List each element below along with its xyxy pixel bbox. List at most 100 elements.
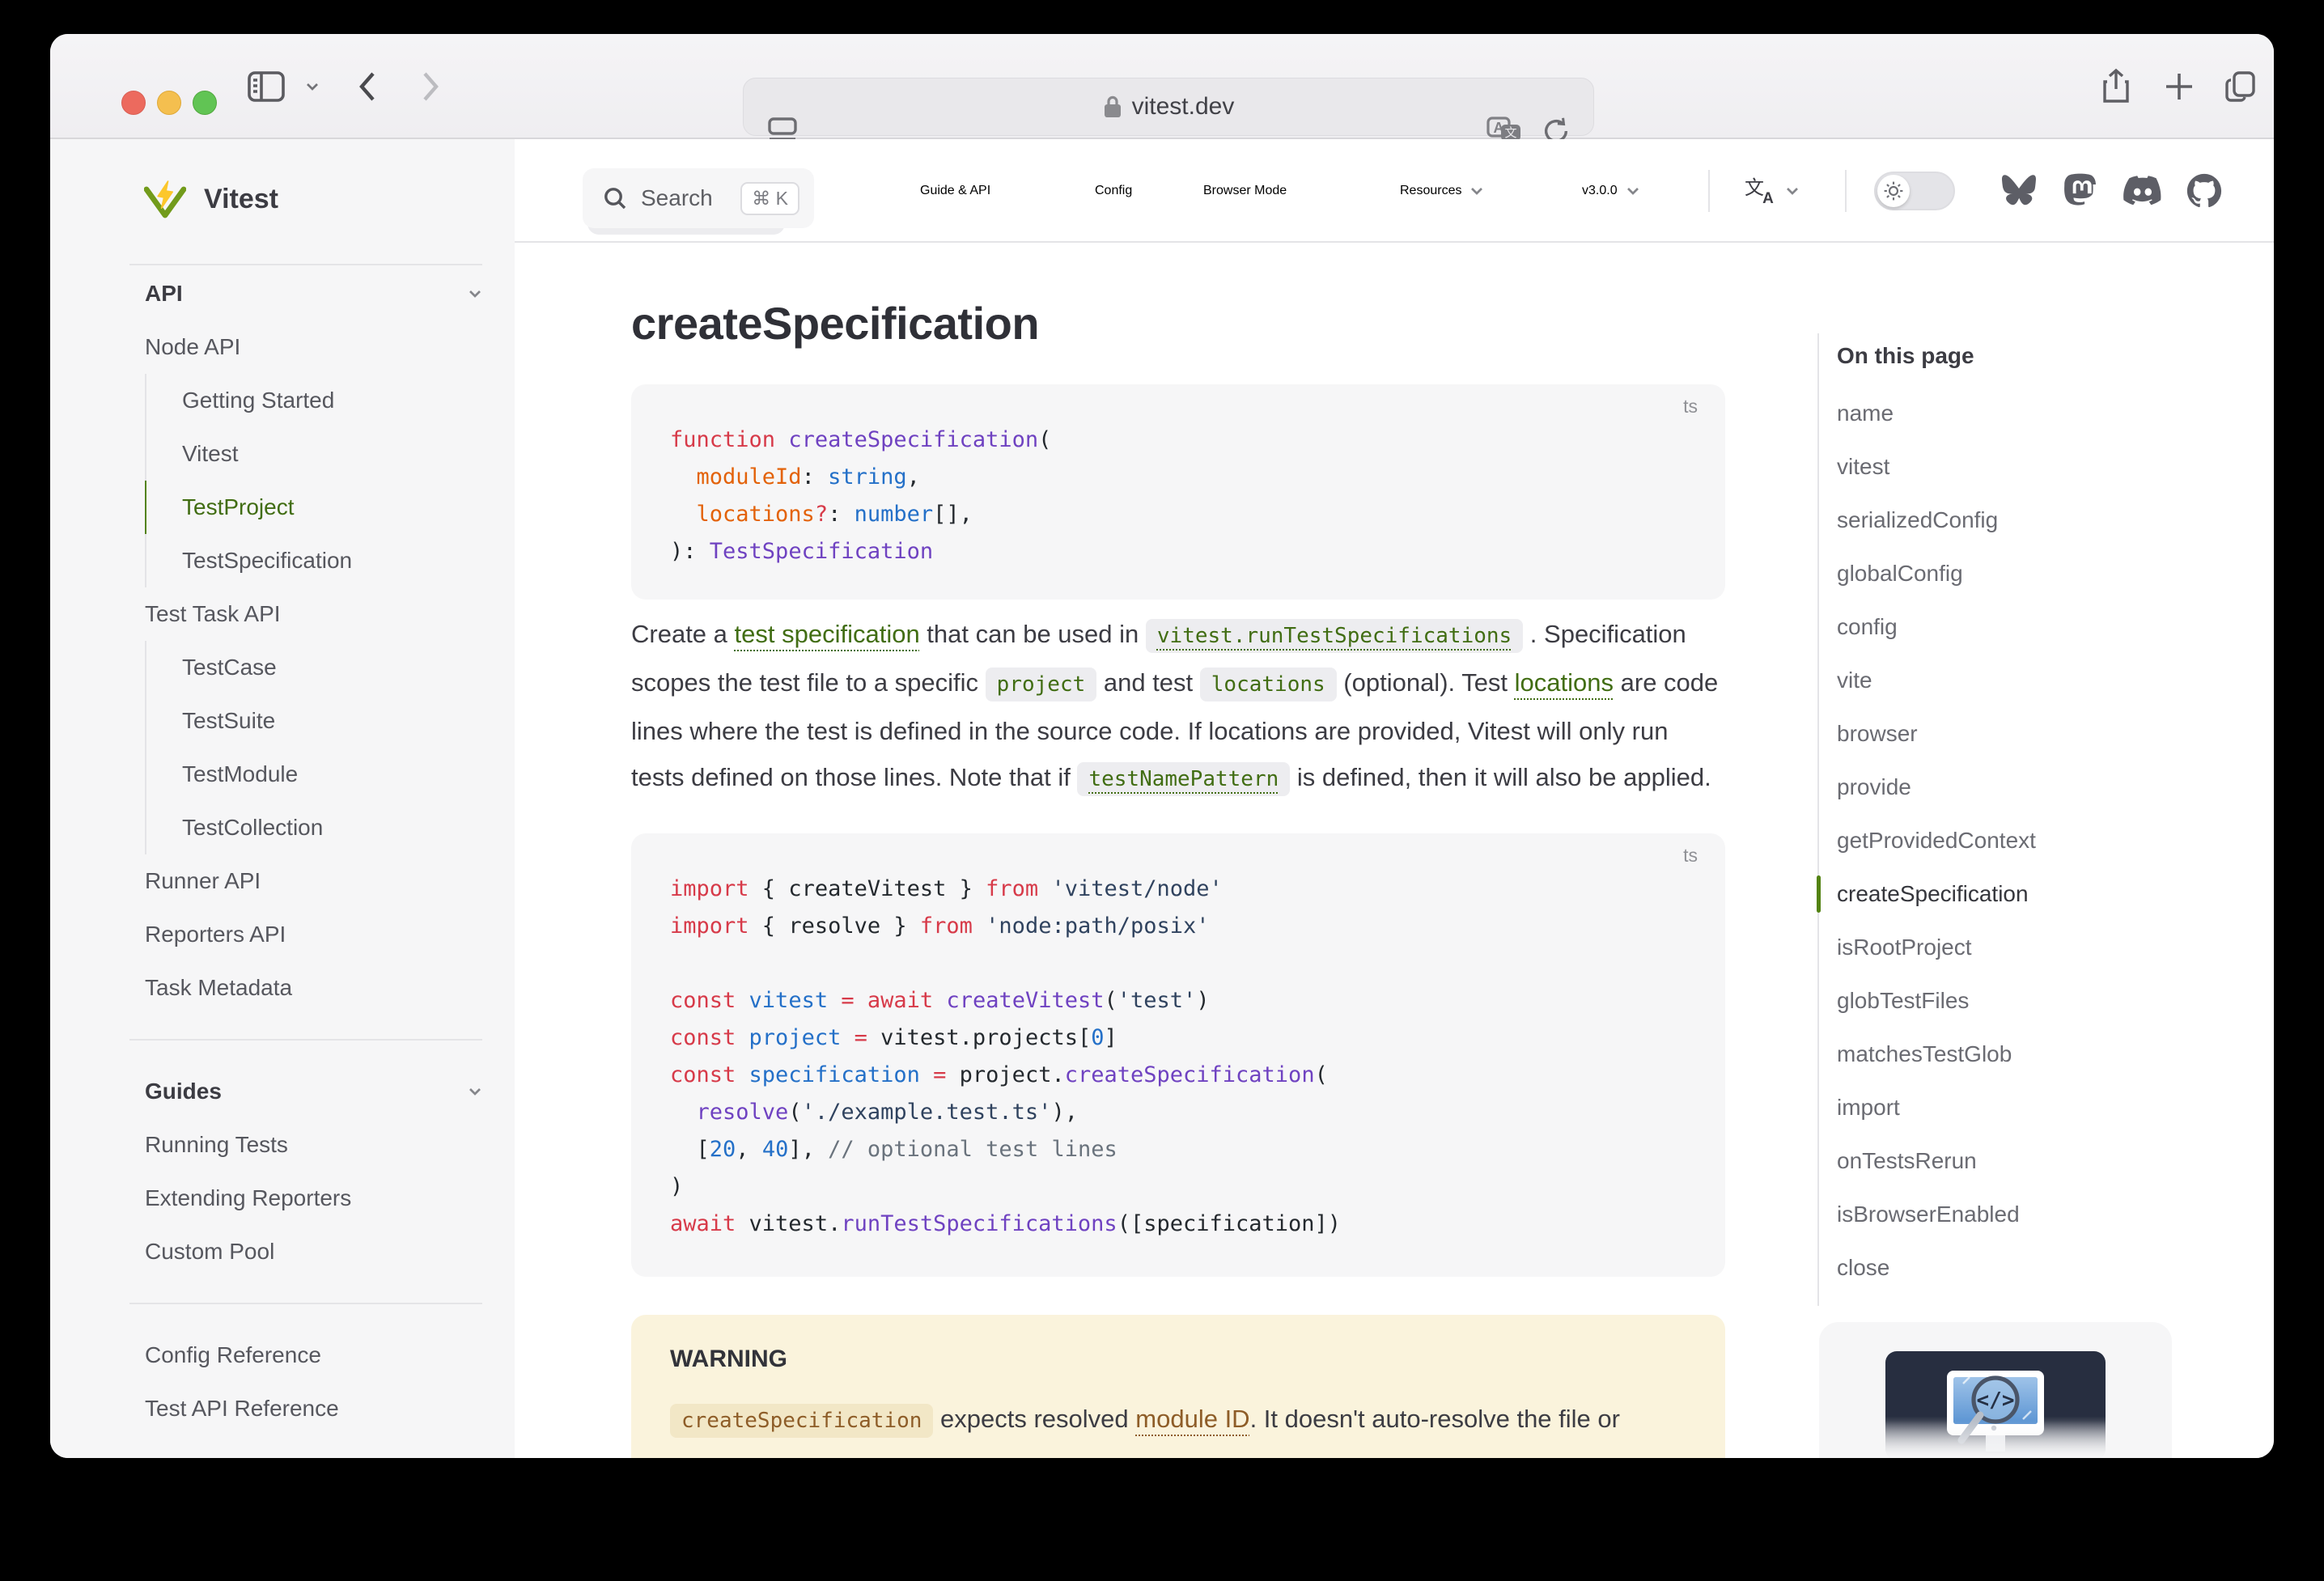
outline-item-import[interactable]: import	[1837, 1081, 2222, 1134]
nav-item-label: v3.0.0	[1582, 184, 1618, 198]
sun-icon	[1877, 175, 1910, 207]
sidebar-item-node-api[interactable]: Node API	[50, 320, 515, 374]
text-link[interactable]: module ID	[1135, 1405, 1249, 1433]
outline-item-getprovidedcontext[interactable]: getProvidedContext	[1837, 814, 2222, 867]
sidebar-nav: API Node API Getting StartedVitest TestProj…	[50, 265, 515, 1435]
tabs-overview-button[interactable]	[2216, 34, 2266, 139]
address-bar[interactable]: vitest.dev A文	[743, 78, 1594, 136]
mastodon-link[interactable]	[2062, 139, 2097, 243]
browser-window: vitest.dev A文 Vitest	[50, 34, 2274, 1458]
inline-code: createSpecification	[670, 1404, 933, 1438]
sidebar-item-label: TestModule	[182, 761, 298, 787]
sidebar-item-testcollection[interactable]: TestCollection	[145, 801, 515, 854]
sidebar-toggle-button[interactable]	[238, 34, 295, 139]
sidebar-item-test-api-reference[interactable]: Test API Reference	[50, 1382, 515, 1435]
nav-item-config[interactable]: Config	[1095, 139, 1132, 243]
search-shortcut-badge: ⌘ K	[740, 182, 799, 215]
sidebar-item-custom-pool[interactable]: Custom Pool	[50, 1225, 515, 1278]
bluesky-link[interactable]	[2000, 139, 2038, 243]
sidebar-item-label: Node API	[145, 334, 240, 360]
sidebar-item-label: Custom Pool	[145, 1239, 274, 1265]
sidebar-item-testsuite[interactable]: TestSuite	[145, 694, 515, 748]
site-title: Vitest	[204, 184, 278, 215]
nav-item-v3-0-0[interactable]: v3.0.0	[1582, 139, 1640, 243]
text-link[interactable]: locations	[1515, 668, 1614, 697]
nav-item-guide-api[interactable]: Guide & API	[920, 139, 990, 243]
outline-item-serializedconfig[interactable]: serializedConfig	[1837, 494, 2222, 547]
outline-item-createspecification[interactable]: createSpecification	[1837, 867, 2222, 921]
warning-body: createSpecification expects resolved mod…	[670, 1394, 1686, 1458]
sidebar-section-guides[interactable]: Guides	[50, 1065, 515, 1118]
code-line: ): TestSpecification	[670, 533, 1686, 570]
outline-item-isbrowserenabled[interactable]: isBrowserEnabled	[1837, 1188, 2222, 1241]
chevron-down-icon	[468, 1084, 482, 1099]
sidebar-item-label: Test API Reference	[145, 1396, 339, 1422]
nav-item-label: Config	[1095, 184, 1132, 198]
code-block-example: tsimport { createVitest } from 'vitest/n…	[631, 833, 1725, 1277]
sidebar-item-vitest[interactable]: Vitest	[145, 427, 515, 481]
outline-item-name[interactable]: name	[1837, 387, 2222, 440]
sidebar-item-label: TestProject	[182, 494, 295, 520]
outline-item-provide[interactable]: provide	[1837, 761, 2222, 814]
sidebar-item-reporters-api[interactable]: Reporters API	[50, 908, 515, 961]
text-link[interactable]: test specification	[735, 620, 920, 648]
share-button[interactable]	[2091, 34, 2141, 139]
theme-toggle[interactable]	[1874, 172, 1955, 210]
sidebar-item-testproject[interactable]: TestProject	[145, 481, 515, 534]
chevron-down-icon	[1469, 184, 1484, 198]
sidebar-item-label: Test Task API	[145, 601, 281, 627]
svg-text:</>: </>	[1977, 1388, 2015, 1413]
sidebar-item-extending-reporters[interactable]: Extending Reporters	[50, 1172, 515, 1225]
sidebar-item-testcase[interactable]: TestCase	[145, 641, 515, 694]
sponsor-card[interactable]: </>	[1819, 1322, 2172, 1458]
forward-button[interactable]	[406, 34, 455, 139]
inline-code-link[interactable]: testNamePattern	[1077, 762, 1290, 796]
outline-item-globalconfig[interactable]: globalConfig	[1837, 547, 2222, 600]
nav-item-browser-mode[interactable]: Browser Mode	[1203, 139, 1287, 243]
nav-item-resources[interactable]: Resources	[1400, 139, 1484, 243]
sidebar-item-test-task-api[interactable]: Test Task API	[50, 587, 515, 641]
traffic-light-close[interactable]	[121, 91, 146, 115]
text: (optional). Test	[1337, 668, 1515, 697]
outline-item-ontestsrerun[interactable]: onTestsRerun	[1837, 1134, 2222, 1188]
warning-callout: WARNING createSpecification expects reso…	[631, 1315, 1725, 1458]
outline: On this page namevitestserializedConfigg…	[1817, 333, 2222, 1306]
traffic-light-zoom[interactable]	[193, 91, 217, 115]
sidebar-menu-chevron-icon[interactable]	[296, 34, 329, 139]
outline-item-globtestfiles[interactable]: globTestFiles	[1837, 974, 2222, 1028]
text: is defined, then it will also be applied…	[1290, 763, 1711, 791]
outline-item-config[interactable]: config	[1837, 600, 2222, 654]
code-line: const specification = project.createSpec…	[670, 1057, 1686, 1094]
outline-item-close[interactable]: close	[1837, 1241, 2222, 1295]
back-button[interactable]	[343, 34, 392, 139]
outline-title: On this page	[1837, 333, 2222, 379]
sidebar-item-running-tests[interactable]: Running Tests	[50, 1118, 515, 1172]
sidebar-item-config-reference[interactable]: Config Reference	[50, 1329, 515, 1382]
sidebar-section-api[interactable]: API	[50, 267, 515, 320]
sidebar-item-getting-started[interactable]: Getting Started	[145, 374, 515, 427]
language-switcher[interactable]: 文A	[1741, 139, 1800, 243]
new-tab-button[interactable]	[2154, 34, 2204, 139]
sidebar-item-label: TestSuite	[182, 708, 275, 734]
inline-code-link[interactable]: vitest.runTestSpecifications	[1146, 619, 1523, 653]
github-link[interactable]	[2186, 139, 2222, 243]
sidebar-item-runner-api[interactable]: Runner API	[50, 854, 515, 908]
chevron-down-icon	[1626, 184, 1640, 198]
outline-item-vite[interactable]: vite	[1837, 654, 2222, 707]
sidebar-item-testspecification[interactable]: TestSpecification	[145, 534, 515, 587]
traffic-light-minimize[interactable]	[157, 91, 181, 115]
outline-item-matchestestglob[interactable]: matchesTestGlob	[1837, 1028, 2222, 1081]
sidebar-item-testmodule[interactable]: TestModule	[145, 748, 515, 801]
vitest-logo[interactable]: Vitest	[144, 178, 278, 220]
sidebar-item-task-metadata[interactable]: Task Metadata	[50, 961, 515, 1015]
url-text: vitest.dev	[1132, 93, 1235, 121]
search-button[interactable]: Search ⌘ K	[583, 168, 814, 228]
outline-items: namevitestserializedConfigglobalConfigco…	[1837, 387, 2222, 1295]
outline-item-vitest[interactable]: vitest	[1837, 440, 2222, 494]
code-line: function createSpecification(	[670, 422, 1686, 459]
search-icon	[602, 185, 628, 211]
outline-item-browser[interactable]: browser	[1837, 707, 2222, 761]
code-line: [20, 40], // optional test lines	[670, 1131, 1686, 1168]
outline-item-isrootproject[interactable]: isRootProject	[1837, 921, 2222, 974]
discord-link[interactable]	[2123, 139, 2162, 243]
